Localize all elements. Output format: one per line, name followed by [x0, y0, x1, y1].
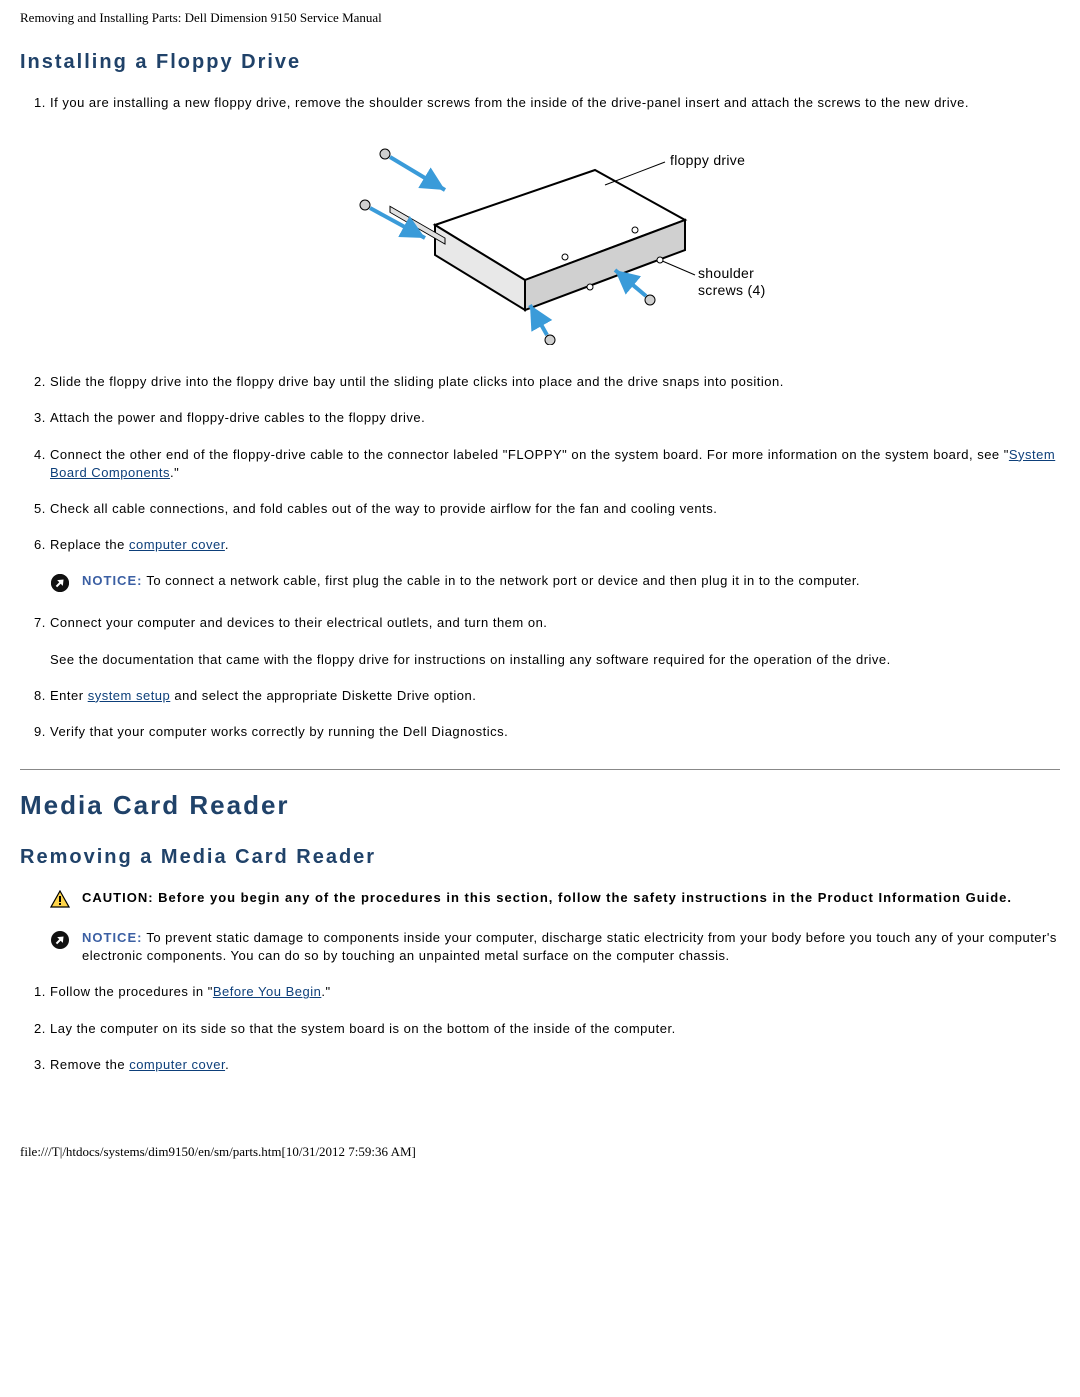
- label-shoulder: shoulder: [698, 265, 754, 281]
- notice-icon: [50, 573, 70, 596]
- notice-static: NOTICE: To prevent static damage to comp…: [82, 929, 1060, 965]
- mcr-step-3: Remove the computer cover.: [50, 1056, 1060, 1074]
- caution-text: CAUTION: Before you begin any of the pro…: [82, 889, 1012, 907]
- divider: [20, 769, 1060, 770]
- screw-icon: [615, 270, 655, 305]
- link-computer-cover[interactable]: computer cover: [129, 537, 225, 552]
- label-screws: screws (4): [698, 282, 765, 298]
- step-3: Attach the power and floppy-drive cables…: [50, 409, 1060, 427]
- step-6: Replace the computer cover.: [50, 536, 1060, 554]
- caution-icon: [50, 890, 70, 911]
- figure-floppy-drive: floppy drive shoulder screws (4): [20, 130, 1060, 348]
- step-7: Connect your computer and devices to the…: [50, 614, 1060, 668]
- notice-network-cable: NOTICE: To connect a network cable, firs…: [82, 572, 860, 590]
- step-4: Connect the other end of the floppy-driv…: [50, 446, 1060, 482]
- page-header: Removing and Installing Parts: Dell Dime…: [20, 10, 1060, 26]
- link-system-setup[interactable]: system setup: [88, 688, 171, 703]
- label-floppy-drive: floppy drive: [670, 152, 745, 168]
- screw-icon: [380, 149, 445, 190]
- step-2: Slide the floppy drive into the floppy d…: [50, 373, 1060, 391]
- step-8: Enter system setup and select the approp…: [50, 687, 1060, 705]
- heading-media-card-reader: Media Card Reader: [20, 790, 1060, 821]
- mcr-step-1: Follow the procedures in "Before You Beg…: [50, 983, 1060, 1001]
- step-9: Verify that your computer works correctl…: [50, 723, 1060, 741]
- heading-installing-floppy: Installing a Floppy Drive: [20, 51, 1060, 74]
- step-1: If you are installing a new floppy drive…: [50, 94, 1060, 112]
- heading-removing-media-card-reader: Removing a Media Card Reader: [20, 846, 1060, 869]
- screw-icon: [360, 200, 425, 238]
- notice-icon: [50, 930, 70, 953]
- screw-icon: [530, 305, 555, 345]
- link-before-you-begin[interactable]: Before You Begin: [213, 984, 321, 999]
- mcr-step-2: Lay the computer on its side so that the…: [50, 1020, 1060, 1038]
- link-computer-cover-2[interactable]: computer cover: [129, 1057, 225, 1072]
- step-5: Check all cable connections, and fold ca…: [50, 500, 1060, 518]
- footer-file-path: file:///T|/htdocs/systems/dim9150/en/sm/…: [20, 1144, 1060, 1160]
